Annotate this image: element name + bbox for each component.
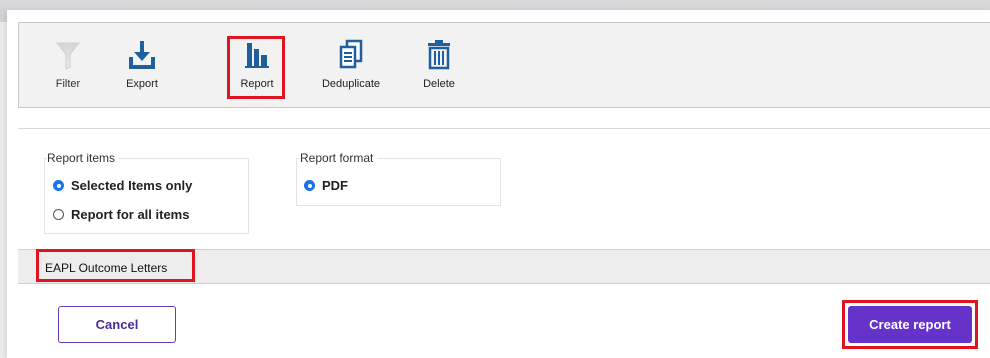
report-button[interactable]: Report <box>222 39 292 90</box>
filter-label: Filter <box>55 78 81 90</box>
deduplicate-icon <box>316 39 386 75</box>
create-report-button[interactable]: Create report <box>848 306 972 343</box>
report-items-title: Report items <box>47 151 120 165</box>
section-divider <box>18 128 990 129</box>
all-items-option[interactable]: Report for all items <box>53 207 189 222</box>
export-label: Export <box>126 78 158 90</box>
filter-button[interactable]: Filter <box>33 39 103 90</box>
trash-icon <box>404 39 474 75</box>
report-format-title: Report format <box>300 151 378 165</box>
deduplicate-label: Deduplicate <box>321 78 381 90</box>
export-icon <box>107 39 177 75</box>
selected-items-label: Selected Items only <box>71 178 193 193</box>
export-button[interactable]: Export <box>107 39 177 90</box>
selected-items-radio[interactable] <box>53 180 64 191</box>
deduplicate-button[interactable]: Deduplicate <box>316 39 386 90</box>
pdf-radio[interactable] <box>304 180 315 191</box>
selected-items-option[interactable]: Selected Items only <box>53 178 192 193</box>
toolbar: Filter Export Report Deduplicate Delete <box>18 22 990 108</box>
template-name[interactable]: EAPL Outcome Letters <box>45 261 167 275</box>
all-items-label: Report for all items <box>71 207 190 222</box>
report-items-group <box>44 158 249 234</box>
report-label: Report <box>240 78 274 90</box>
pdf-label: PDF <box>322 178 348 193</box>
delete-label: Delete <box>423 78 455 90</box>
all-items-radio[interactable] <box>53 209 64 220</box>
delete-button[interactable]: Delete <box>404 39 474 90</box>
filter-icon <box>33 39 103 75</box>
pdf-format-option[interactable]: PDF <box>304 178 348 193</box>
report-chart-icon <box>222 39 292 75</box>
cancel-button[interactable]: Cancel <box>58 306 176 343</box>
